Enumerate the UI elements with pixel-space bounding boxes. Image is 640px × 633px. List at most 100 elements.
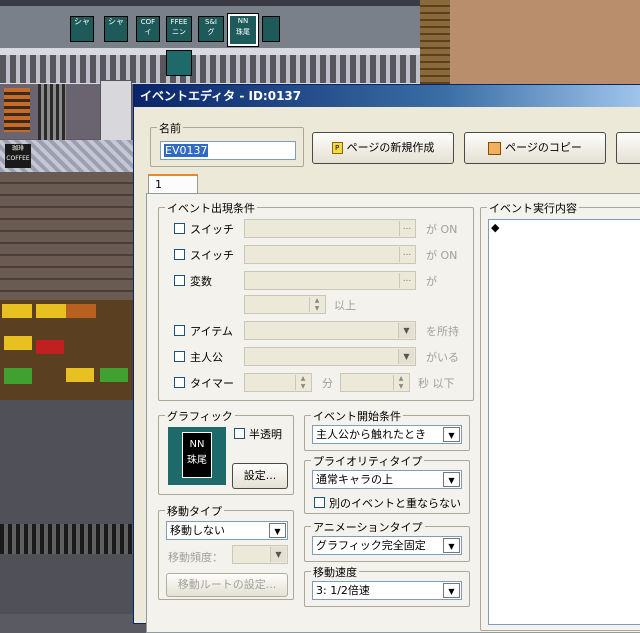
speed-combo[interactable]: 3: 1/2倍速 ▼ [312, 581, 462, 600]
window-title[interactable]: イベントエディタ - ID:0137 [134, 85, 640, 107]
map-tile-sign-3: COF イ [136, 16, 160, 42]
map-fruit-2 [36, 304, 66, 318]
item-combo[interactable]: ▼ [244, 321, 416, 340]
new-page-icon: P [331, 142, 343, 154]
actor-checkbox[interactable] [174, 351, 185, 362]
switch2-field[interactable]: ... [244, 245, 416, 264]
item-suffix: を所持 [426, 325, 459, 338]
move-type-combo[interactable]: 移動しない ▼ [166, 521, 288, 540]
map-cafe-sign: 珈琲 COFFEE [5, 144, 31, 168]
animation-value: グラフィック完全固定 [316, 539, 426, 552]
copy-page-button[interactable]: ページのコピー [464, 132, 606, 164]
graphic-sign-image: NN 珠尾 [182, 432, 212, 478]
timer-label: タイマー [190, 377, 234, 390]
new-page-button[interactable]: P ページの新規作成 [312, 132, 454, 164]
variable-checkbox[interactable] [174, 275, 185, 286]
map-tile-sign-2: シャ [104, 16, 128, 42]
switch1-suffix: が ON [426, 223, 458, 236]
priority-value: 通常キャラの上 [316, 473, 393, 486]
item-label: アイテム [190, 325, 233, 338]
map-fruit-8 [100, 368, 128, 382]
animation-chevron-down-icon[interactable]: ▼ [443, 538, 460, 553]
no-overlap-label: 別のイベントと重ならない [329, 497, 461, 510]
timer-sec-spin-icon[interactable]: ▲ ▼ [393, 375, 408, 390]
variable-label: 変数 [190, 275, 212, 288]
map-fruit-3 [66, 304, 96, 318]
semi-transparent-label: 半透明 [249, 428, 282, 441]
actor-suffix: がいる [426, 351, 459, 364]
event-editor-window: イベントエディタ - ID:0137 名前 EV0137 P ページの新規作成 ペ… [133, 84, 640, 633]
variable-dots-icon[interactable]: ... [399, 273, 414, 288]
tab-page-1[interactable]: 1 [148, 174, 198, 194]
switch1-field[interactable]: ... [244, 219, 416, 238]
graphic-set-button[interactable]: 設定... [232, 463, 288, 489]
timer-sec-spinner[interactable]: ▲ ▼ [340, 373, 410, 392]
graphic-preview[interactable]: NN 珠尾 [168, 427, 226, 485]
map-signboard [100, 80, 132, 142]
switch2-dots-icon[interactable]: ... [399, 247, 414, 262]
map-arches [0, 55, 420, 83]
move-frequency-chevron-down-icon[interactable]: ▼ [270, 547, 286, 562]
move-route-button[interactable]: 移動ルートの設定... [166, 573, 288, 597]
move-frequency-combo[interactable]: ▼ [232, 545, 288, 564]
switch2-checkbox[interactable] [174, 249, 185, 260]
graphic-title: グラフィック [165, 408, 235, 424]
command-line-1[interactable]: ◆ [491, 221, 499, 234]
actor-combo[interactable]: ▼ [244, 347, 416, 366]
map-roof-edge [0, 0, 420, 6]
timer-min-spinner[interactable]: ▲ ▼ [244, 373, 312, 392]
item-checkbox[interactable] [174, 325, 185, 336]
switch2-suffix: が ON [426, 249, 458, 262]
switch1-dots-icon[interactable]: ... [399, 221, 414, 236]
no-overlap-checkbox[interactable] [314, 497, 325, 508]
switch1-label: スイッチ [190, 223, 234, 236]
map-fruit-4 [4, 336, 32, 350]
variable-spin-icon[interactable]: ▲ ▼ [309, 297, 324, 312]
name-label: 名前 [157, 120, 183, 136]
move-type-value: 移動しない [170, 524, 225, 537]
map-tile-sign-selected: NN 珠尾 [227, 13, 259, 47]
map-stairs [420, 0, 450, 84]
map-tile-sign-4: FFEE ニン [166, 16, 192, 42]
move-type-chevron-down-icon[interactable]: ▼ [269, 523, 286, 538]
timer-sec-label: 秒 以下 [418, 377, 455, 390]
threshold-suffix: 以上 [334, 299, 356, 312]
speed-chevron-down-icon[interactable]: ▼ [443, 583, 460, 598]
actor-chevron-down-icon[interactable]: ▼ [398, 349, 414, 364]
trigger-value: 主人公から触れたとき [316, 428, 426, 441]
map-brick-wall [0, 172, 133, 300]
item-chevron-down-icon[interactable]: ▼ [398, 323, 414, 338]
trigger-combo[interactable]: 主人公から触れたとき ▼ [312, 425, 462, 444]
variable-field[interactable]: ... [244, 271, 416, 290]
trigger-chevron-down-icon[interactable]: ▼ [443, 427, 460, 442]
timer-checkbox[interactable] [174, 377, 185, 388]
move-frequency-label: 移動頻度： [168, 551, 223, 564]
copy-page-icon [488, 141, 502, 155]
map-railing [0, 524, 133, 554]
conditions-title: イベント出現条件 [165, 200, 257, 216]
map-wood-floor [450, 0, 640, 84]
variable-threshold-spinner[interactable]: ▲ ▼ [244, 295, 326, 314]
map-tile-sign-1: シャ [70, 16, 94, 42]
move-type-title: 移動タイプ [165, 503, 224, 519]
animation-combo[interactable]: グラフィック完全固定 ▼ [312, 536, 462, 555]
name-input[interactable]: EV0137 [160, 141, 296, 160]
speed-value: 3: 1/2倍速 [316, 584, 370, 597]
new-page-label: ページの新規作成 [346, 141, 435, 154]
paste-page-button[interactable] [616, 132, 640, 164]
switch1-checkbox[interactable] [174, 223, 185, 234]
semi-transparent-checkbox[interactable] [234, 428, 245, 439]
map-tile-sign-7 [262, 16, 280, 42]
switch2-label: スイッチ [190, 249, 234, 262]
timer-min-spin-icon[interactable]: ▲ ▼ [295, 375, 310, 390]
trigger-title: イベント開始条件 [311, 408, 403, 424]
commands-list[interactable]: ◆ [488, 219, 640, 625]
name-input-value: EV0137 [164, 144, 209, 157]
map-stone-floor [0, 400, 133, 614]
priority-chevron-down-icon[interactable]: ▼ [443, 472, 460, 487]
priority-combo[interactable]: 通常キャラの上 ▼ [312, 470, 462, 489]
map-tile-sign-5: S&I グ [198, 16, 224, 42]
copy-page-label: ページのコピー [505, 141, 582, 154]
map-fruit-6 [4, 368, 32, 384]
speed-title: 移動速度 [311, 564, 359, 580]
